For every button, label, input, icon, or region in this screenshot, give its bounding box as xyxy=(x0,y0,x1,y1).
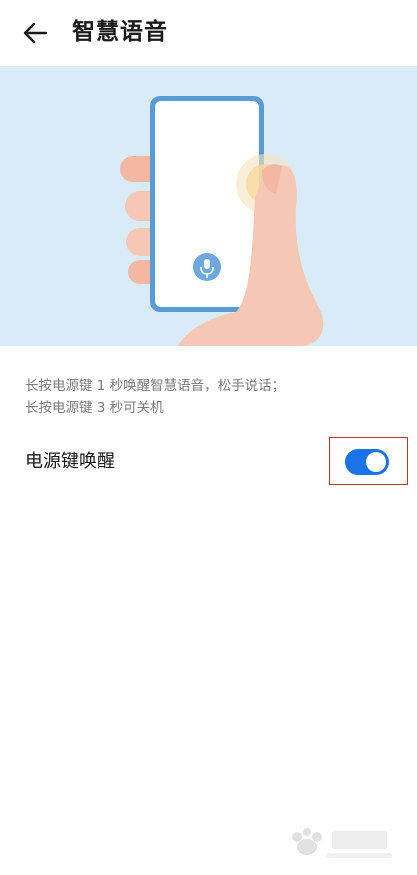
app-bar: 智慧语音 xyxy=(0,0,417,66)
toggle-knob xyxy=(366,452,386,472)
power-key-wake-row[interactable]: 电源键唤醒 xyxy=(0,434,417,490)
phone-in-hand-illustration xyxy=(120,96,324,346)
page-title: 智慧语音 xyxy=(72,19,168,45)
power-key-wake-toggle[interactable] xyxy=(345,449,389,475)
power-key-wake-label: 电源键唤醒 xyxy=(25,451,115,472)
smart-voice-settings-page: 智慧语音 长按电源键 1 秒唤醒智慧语音，松手说话； 长按电源键 3 秒可关机 … xyxy=(0,0,417,875)
arrow-left-icon xyxy=(23,22,48,44)
instruction-line-2: 长按电源键 3 秒可关机 xyxy=(25,400,164,416)
instructions-text: 长按电源键 1 秒唤醒智慧语音，松手说话； 长按电源键 3 秒可关机 xyxy=(25,375,395,419)
microphone-icon xyxy=(193,253,221,281)
back-button[interactable] xyxy=(18,18,52,48)
instruction-line-1: 长按电源键 1 秒唤醒智慧语音，松手说话； xyxy=(25,378,286,394)
watermark-logo xyxy=(292,828,392,858)
hero-illustration xyxy=(0,66,417,346)
